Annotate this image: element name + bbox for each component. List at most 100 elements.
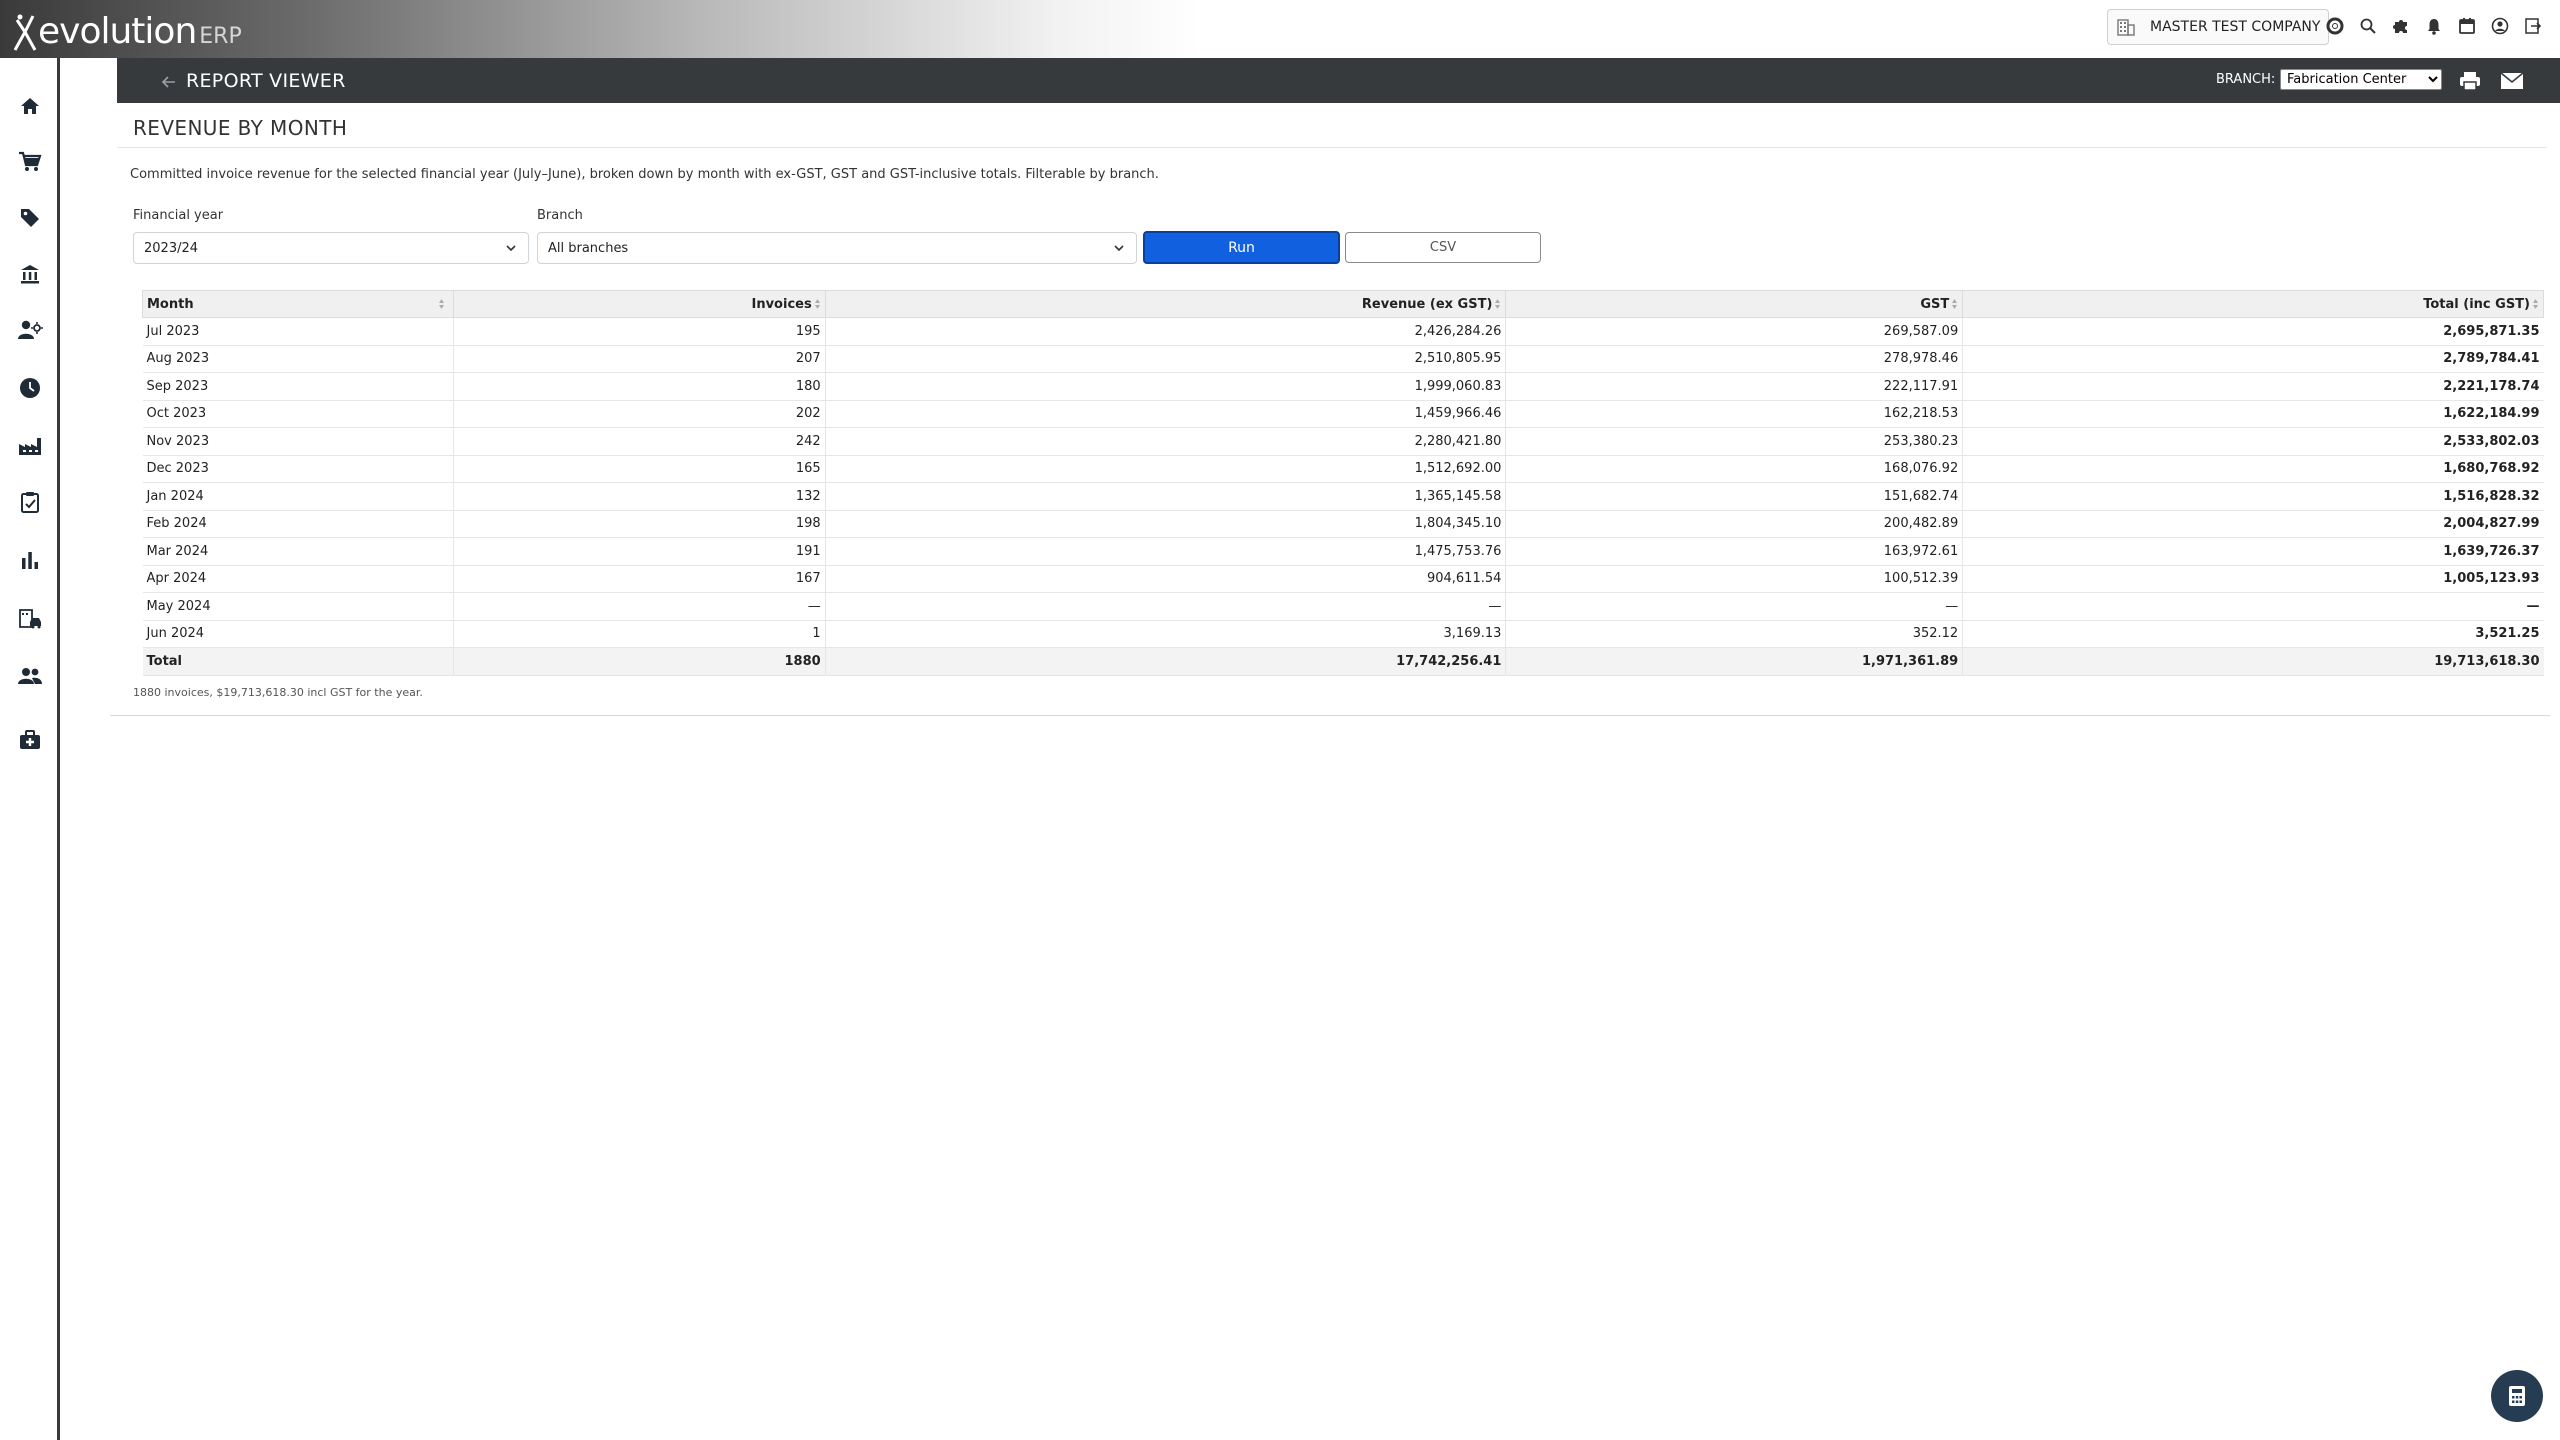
puzzle-icon[interactable]: [2384, 12, 2417, 40]
page-title: REVENUE BY MONTH: [133, 116, 348, 140]
revenue-cell: 2,426,284.26: [824, 317, 1506, 346]
month-cell: Jan 2024: [142, 482, 454, 511]
csv-button[interactable]: CSV: [1345, 232, 1541, 263]
financial-year-value: 2023/24: [144, 240, 199, 256]
garage-icon: [19, 609, 41, 629]
total-cell: 3,521.25: [1962, 620, 2544, 648]
table-row[interactable]: Jan 2024 132 1,365,145.58 151,682.74 1,516,8…: [142, 482, 2544, 511]
gst-cell: 269,587.09: [1505, 317, 1963, 346]
revenue-cell: 1,512,692.00: [824, 455, 1506, 483]
table-row[interactable]: Sep 2023 180 1,999,060.83 222,117.91 2,221,1…: [142, 372, 2544, 401]
app-logo[interactable]: evolution ERP: [12, 8, 242, 52]
gst-cell: 253,380.23: [1505, 427, 1963, 456]
report-viewer-header: REPORT VIEWER BRANCH: Fabrication Center: [117, 58, 2560, 103]
financial-year-select[interactable]: 2023/24: [133, 232, 529, 264]
table-row[interactable]: May 2024— — — —: [142, 592, 2544, 621]
run-button[interactable]: Run: [1143, 231, 1340, 264]
sidebar-item-safety[interactable]: [0, 720, 60, 760]
sidebar-item-banking[interactable]: [0, 254, 60, 294]
invoices-cell: 207: [452, 345, 826, 373]
total-cell: 1,516,828.32: [1962, 482, 2544, 511]
column-header-revenue[interactable]: Revenue (ex GST): [824, 290, 1507, 318]
invoices-cell: 165: [452, 455, 826, 483]
sidebar-item-contacts[interactable]: [0, 310, 60, 350]
home-icon: [21, 98, 39, 114]
column-header-month[interactable]: Month: [142, 290, 454, 318]
calendar-icon[interactable]: [2450, 12, 2483, 40]
column-header-invoices[interactable]: Invoices: [452, 290, 826, 318]
table-row[interactable]: Nov 2023 242 2,280,421.80 253,380.23 2,533,8…: [142, 427, 2544, 456]
revenue-cell: 2,510,805.95: [824, 345, 1506, 373]
account-icon[interactable]: [2483, 12, 2516, 40]
table-total-row: Total 1880 17,742,256.41 1,971,361.89 19,713…: [142, 647, 2544, 676]
table-header-row: Month Invoices Revenue (ex GST) GST Tota…: [142, 290, 2544, 318]
revenue-cell: 1,365,145.58: [824, 482, 1506, 511]
logout-icon[interactable]: [2516, 12, 2549, 40]
company-switcher[interactable]: MASTER TEST COMPANY: [2107, 9, 2330, 45]
branch-label: BRANCH:: [2216, 72, 2276, 87]
divider: [117, 147, 2547, 148]
sidebar-item-fleet[interactable]: [0, 598, 60, 638]
sidebar-item-production[interactable]: [0, 426, 60, 466]
total-revenue-cell: 17,742,256.41: [824, 647, 1506, 676]
sidebar-item-reports[interactable]: [0, 540, 60, 580]
revenue-cell: 904,611.54: [824, 565, 1506, 593]
column-header-gst[interactable]: GST: [1505, 290, 1964, 318]
sidebar-item-time[interactable]: [0, 368, 60, 408]
sort-icon: [438, 299, 444, 309]
sidebar-item-sales[interactable]: [0, 142, 60, 182]
revenue-cell: 1,475,753.76: [824, 537, 1506, 566]
total-cell: 2,221,178.74: [1962, 372, 2544, 401]
invoices-cell: 167: [452, 565, 826, 593]
column-header-total[interactable]: Total (inc GST): [1962, 290, 2544, 318]
revenue-cell: 1,804,345.10: [824, 510, 1506, 538]
sidebar-item-pricing[interactable]: [0, 198, 60, 238]
sidebar-item-home[interactable]: [0, 86, 60, 126]
calculator-button[interactable]: [2491, 1370, 2543, 1422]
invoices-cell: 195: [452, 317, 826, 346]
top-bar: evolution ERP MASTER TEST COMPANY: [0, 0, 2560, 58]
total-cell: —: [1962, 592, 2544, 621]
table-row[interactable]: Feb 2024 198 1,804,345.10 200,482.89 2,004,8…: [142, 510, 2544, 538]
sidebar-item-tasks[interactable]: [0, 482, 60, 522]
table-row[interactable]: Dec 2023 165 1,512,692.00 168,076.92 1,680,7…: [142, 455, 2544, 483]
email-icon[interactable]: [2499, 68, 2525, 94]
total-cell: 1,680,768.92: [1962, 455, 2544, 483]
revenue-cell: 3,169.13: [824, 620, 1506, 648]
table-row[interactable]: Jul 2023 195 2,426,284.26 269,587.09 2,695,8…: [142, 317, 2544, 346]
print-icon[interactable]: [2457, 68, 2483, 94]
total-cell: 2,004,827.99: [1962, 510, 2544, 538]
calculator-icon: [2509, 1386, 2525, 1406]
table-row[interactable]: Oct 2023 202 1,459,966.46 162,218.53 1,622,1…: [142, 400, 2544, 428]
branch-filter-select[interactable]: All branches: [537, 232, 1137, 264]
table-row[interactable]: Apr 2024 167 904,611.54 100,512.39 1,005,123…: [142, 565, 2544, 593]
back-arrow-icon[interactable]: [159, 72, 179, 92]
factory-icon: [19, 438, 41, 455]
month-cell: Mar 2024: [142, 537, 454, 566]
building-icon: [2117, 19, 2135, 36]
report-footnote: 1880 invoices, $19,713,618.30 incl GST f…: [133, 686, 423, 699]
month-cell: Jun 2024: [142, 620, 454, 648]
sort-icon: [1952, 299, 1958, 309]
revenue-cell: 1,999,060.83: [824, 372, 1506, 401]
month-cell: Jul 2023: [142, 317, 454, 346]
table-row[interactable]: Mar 2024 191 1,475,753.76 163,972.61 1,639,7…: [142, 537, 2544, 566]
invoices-cell: 202: [452, 400, 826, 428]
month-cell: Feb 2024: [142, 510, 454, 538]
logo-suffix: ERP: [199, 24, 242, 49]
table-row[interactable]: Aug 2023 207 2,510,805.95 278,978.46 2,789,7…: [142, 345, 2544, 373]
support-icon[interactable]: [2318, 12, 2351, 40]
branch-select[interactable]: Fabrication Center: [2280, 69, 2442, 90]
user-settings-icon: [18, 320, 43, 339]
table-row[interactable]: Jun 2024 1 3,169.13 352.12 3,521.25: [142, 620, 2544, 648]
total-cell: 2,789,784.41: [1962, 345, 2544, 373]
sidebar-item-employees[interactable]: [0, 656, 60, 696]
column-header-label: GST: [1920, 296, 1950, 312]
bell-icon[interactable]: [2417, 12, 2450, 40]
financial-year-label: Financial year: [133, 208, 224, 223]
tag-icon: [21, 209, 39, 227]
revenue-cell: —: [824, 592, 1506, 621]
total-cell: 1,622,184.99: [1962, 400, 2544, 428]
branch-filter-value: All branches: [548, 240, 629, 256]
search-icon[interactable]: [2351, 12, 2384, 40]
